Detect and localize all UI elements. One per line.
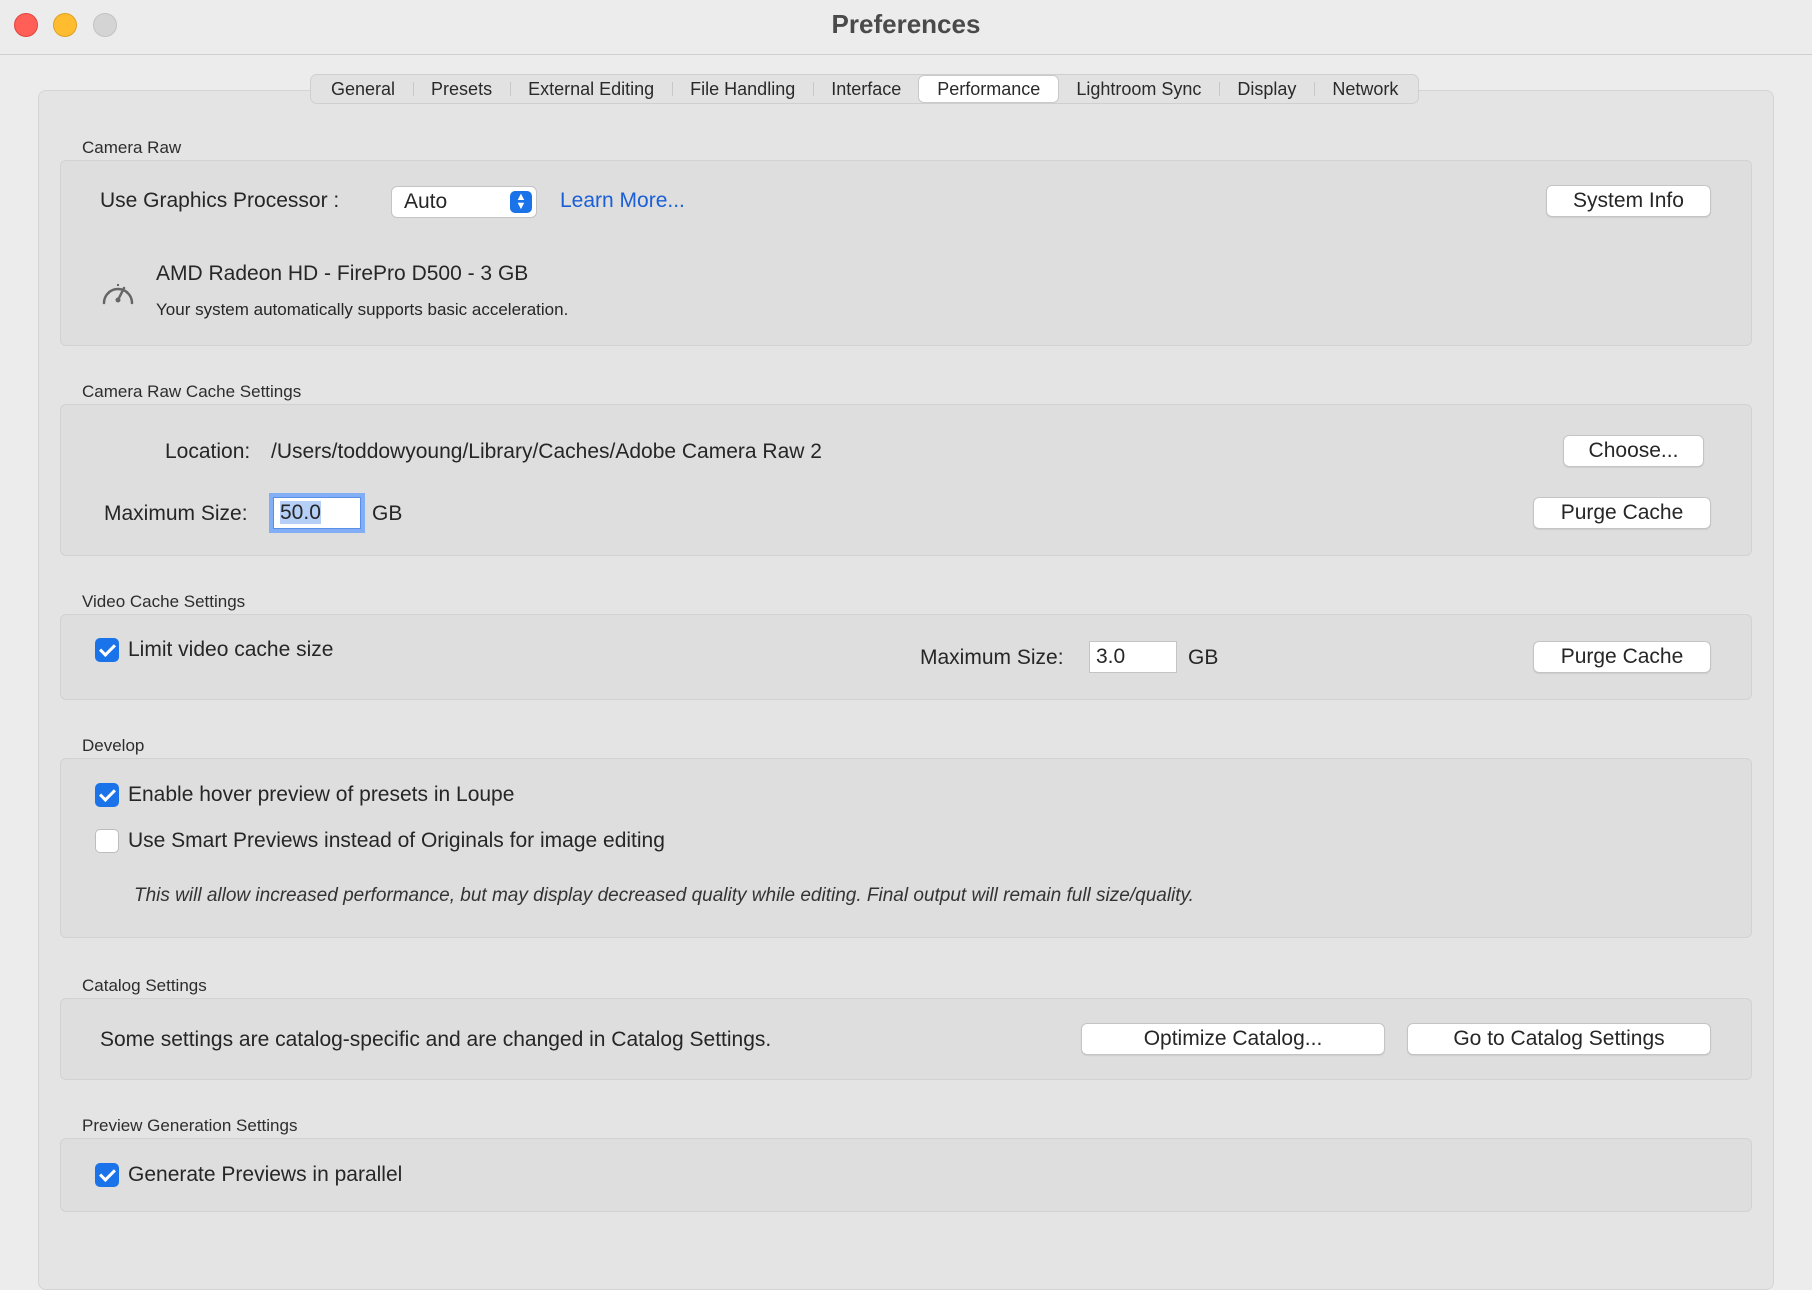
learn-more-link[interactable]: Learn More... <box>560 189 685 213</box>
gpu-label: Use Graphics Processor : <box>100 189 340 212</box>
title-bar: Preferences <box>0 0 1812 55</box>
tab-network[interactable]: Network <box>1314 76 1416 102</box>
preferences-tab-bar: General Presets External Editing File Ha… <box>310 74 1420 104</box>
video-size-unit: GB <box>1188 646 1219 669</box>
catalog-info-text: Some settings are catalog-specific and a… <box>100 1028 772 1051</box>
go-to-catalog-settings-button[interactable]: Go to Catalog Settings <box>1407 1023 1711 1055</box>
smart-previews-label: Use Smart Previews instead of Originals … <box>128 829 665 852</box>
choose-location-button[interactable]: Choose... <box>1563 435 1704 467</box>
cache-section-label: Camera Raw Cache Settings <box>82 382 302 401</box>
gpu-select[interactable]: Auto ▲ ▼ <box>391 186 537 218</box>
updown-arrows-icon: ▲ ▼ <box>510 191 532 213</box>
smart-previews-note: This will allow increased performance, b… <box>134 885 1194 906</box>
tab-lightroom-sync[interactable]: Lightroom Sync <box>1058 76 1219 102</box>
cache-location-label: Location: <box>165 440 251 463</box>
cache-max-size-input[interactable]: 50.0 <box>269 493 365 533</box>
video-cache-section-label: Video Cache Settings <box>82 592 246 611</box>
cache-max-size-value: 50.0 <box>280 501 321 524</box>
camera-raw-section-label: Camera Raw <box>82 138 182 157</box>
cache-max-size-label: Maximum Size: <box>104 502 248 525</box>
parallel-previews-label: Generate Previews in parallel <box>128 1163 403 1186</box>
purge-camera-raw-cache-button[interactable]: Purge Cache <box>1533 497 1711 529</box>
gpu-status: Your system automatically supports basic… <box>156 300 569 319</box>
gpu-select-value: Auto <box>404 190 448 213</box>
limit-video-cache-label: Limit video cache size <box>128 638 334 661</box>
purge-video-cache-button[interactable]: Purge Cache <box>1533 641 1711 673</box>
video-max-size-label: Maximum Size: <box>920 646 1064 669</box>
parallel-previews-checkbox[interactable] <box>95 1163 119 1187</box>
tab-external-editing[interactable]: External Editing <box>510 76 672 102</box>
optimize-catalog-button[interactable]: Optimize Catalog... <box>1081 1023 1385 1055</box>
hover-preview-label: Enable hover preview of presets in Loupe <box>128 783 515 806</box>
gpu-name: AMD Radeon HD - FirePro D500 - 3 GB <box>156 262 529 285</box>
video-max-size-input[interactable]: 3.0 <box>1089 641 1177 673</box>
speedometer-icon <box>102 284 134 305</box>
limit-video-cache-checkbox[interactable] <box>95 638 119 662</box>
tab-file-handling[interactable]: File Handling <box>672 76 813 102</box>
cache-size-unit: GB <box>372 502 403 525</box>
smart-previews-checkbox[interactable] <box>95 829 119 853</box>
cache-location-value: /Users/toddowyoung/Library/Caches/Adobe … <box>271 440 822 463</box>
preview-section-label: Preview Generation Settings <box>82 1116 298 1135</box>
tab-performance[interactable]: Performance <box>919 76 1059 102</box>
window-title: Preferences <box>831 9 981 39</box>
catalog-section-label: Catalog Settings <box>82 976 207 995</box>
hover-preview-checkbox[interactable] <box>95 783 119 807</box>
tab-interface[interactable]: Interface <box>813 76 919 102</box>
develop-section-label: Develop <box>82 736 145 755</box>
tab-presets[interactable]: Presets <box>413 76 510 102</box>
tab-general[interactable]: General <box>313 76 413 102</box>
tab-display[interactable]: Display <box>1219 76 1314 102</box>
system-info-button[interactable]: System Info <box>1546 185 1711 217</box>
cache-group <box>60 404 1752 556</box>
